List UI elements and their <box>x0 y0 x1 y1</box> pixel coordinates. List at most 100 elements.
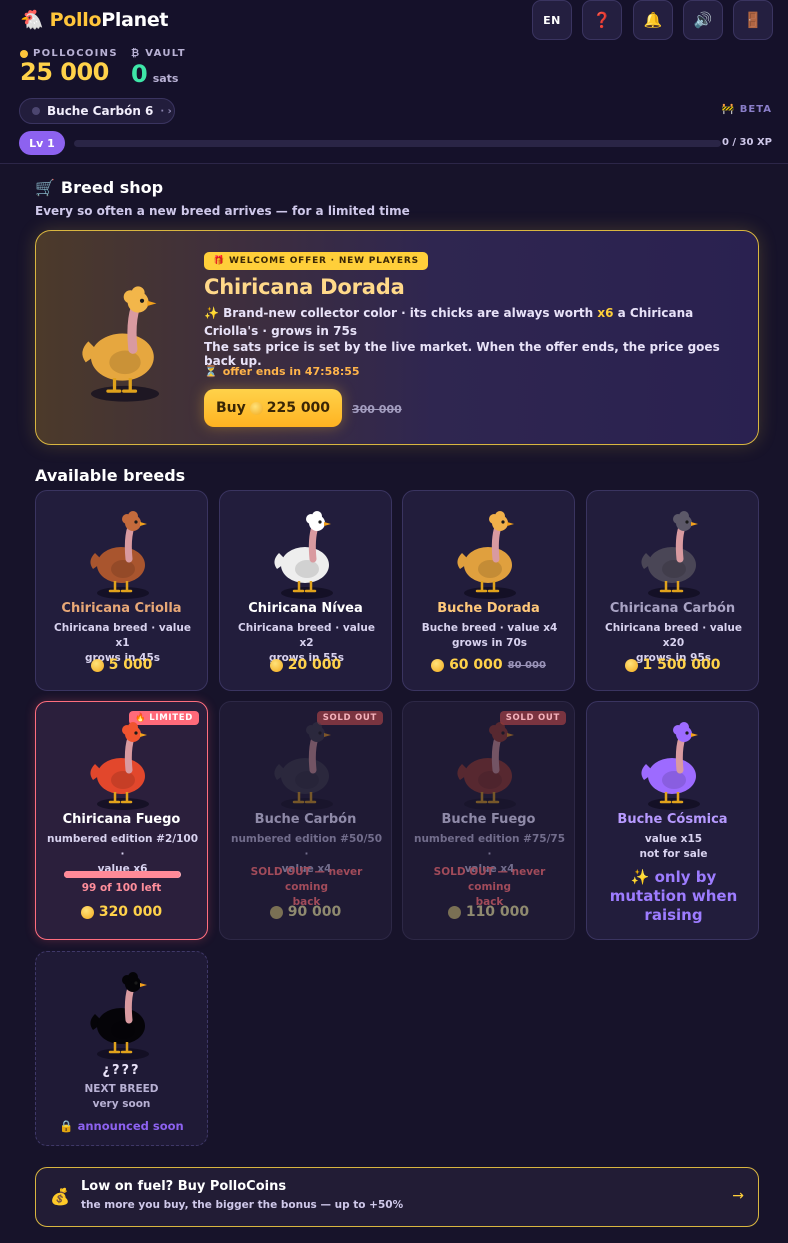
chicken-part <box>464 587 516 599</box>
arrow-right-icon: → <box>732 1188 744 1204</box>
chicken-part <box>128 722 138 732</box>
coin-icon <box>20 49 28 58</box>
plot-selector[interactable]: Buche Carbón 6 · › <box>19 98 175 124</box>
breed-name: Buche Dorada <box>437 601 540 616</box>
chicken-part <box>109 350 141 375</box>
chicken-image <box>641 511 700 599</box>
chicken-image <box>90 722 149 810</box>
offer-buy-button[interactable]: Buy 225 000 <box>204 389 342 427</box>
breed-card-next-mystery: ¿??? NEXT BREED very soon 🔒 announced soon <box>35 951 208 1146</box>
vault-balance: 0 sats <box>131 60 178 88</box>
chicken-part <box>111 560 135 578</box>
breed-price: 90 000 <box>220 904 391 920</box>
chicken-image <box>457 511 516 599</box>
chicken-part <box>134 731 138 735</box>
chicken-part <box>139 298 145 303</box>
breed-name: Buche Fuego <box>441 812 536 827</box>
chicken-part <box>97 587 149 599</box>
breed-card-buche-cosmica[interactable]: Buche Cósmica value x15 not for sale ✨ o… <box>586 701 759 940</box>
buy-pollocoins-banner[interactable]: 💰 Low on fuel? Buy PolloCoins the more y… <box>35 1167 759 1227</box>
breed-name: Chiricana Nívea <box>248 601 363 616</box>
chicken-part <box>312 511 322 521</box>
chicken-part <box>111 1021 135 1039</box>
chicken-part <box>685 731 689 735</box>
chicken-image <box>274 722 333 810</box>
vault-label: ₿ VAULT <box>131 48 186 59</box>
chicken-part <box>648 798 700 810</box>
breed-card-buche-fuego[interactable]: SOLD OUT Buche Fuego numbered edition #7… <box>402 701 575 940</box>
breed-card-chiricana-fuego[interactable]: 🔥 LIMITED Chiricana Fuego numbered editio… <box>35 701 208 940</box>
money-bag-icon: 💰 <box>50 1187 70 1206</box>
chicken-part <box>507 733 514 737</box>
breed-name: Buche Cósmica <box>617 812 728 827</box>
chicken-part <box>281 587 333 599</box>
notifications-button[interactable]: 🔔 <box>633 0 673 40</box>
bell-icon: 🔔 <box>643 11 663 29</box>
app-name-part2: Planet <box>101 9 169 31</box>
breed-price: 1 500 000 <box>587 657 758 673</box>
plot-status-dot <box>32 107 40 115</box>
chiricana-dorada-chicken-image <box>82 286 160 402</box>
chicken-part <box>691 522 698 526</box>
offer-timer: ⏳ offer ends in 47:58:55 <box>204 365 360 378</box>
coin-icon <box>80 905 94 919</box>
chicken-part <box>124 523 135 563</box>
cart-icon: 🛒 <box>35 178 55 197</box>
mystery-breed-name: ¿??? <box>102 1063 141 1078</box>
sound-button[interactable]: 🔊 <box>683 0 723 40</box>
coin-icon <box>269 658 283 672</box>
chicken-part <box>134 981 138 985</box>
chicken-icon: 🐔 <box>20 8 44 31</box>
chicken-part <box>464 798 516 810</box>
chicken-part <box>318 731 322 735</box>
breed-card-chiricana-carbon[interactable]: Chiricana Carbón Chiricana breed · value… <box>586 490 759 691</box>
breed-shop-title: 🛒 Breed shop <box>35 178 164 197</box>
chicken-part <box>124 734 135 774</box>
chicken-part <box>495 511 505 521</box>
chicken-part <box>90 385 160 402</box>
breed-price: 110 000 <box>403 904 574 920</box>
chicken-part <box>691 733 698 737</box>
help-button[interactable]: ❓ <box>582 0 622 40</box>
silhouette-chicken-image <box>90 972 149 1060</box>
breed-card-buche-carbon[interactable]: SOLD OUT Buche Carbón numbered edition #… <box>219 701 392 940</box>
breed-card-chiricana-criolla[interactable]: Chiricana Criolla Chiricana breed · valu… <box>35 490 208 691</box>
next-breed-text: NEXT BREED very soon <box>84 1083 159 1110</box>
chicken-part <box>662 560 686 578</box>
speaker-icon: 🔊 <box>693 11 713 29</box>
coin-icon <box>431 658 445 672</box>
exit-button[interactable]: 🚪 <box>733 0 773 40</box>
breed-name: Buche Carbón <box>254 812 357 827</box>
chicken-part <box>281 798 333 810</box>
chicken-part <box>97 1048 149 1060</box>
chicken-part <box>140 733 147 737</box>
chicken-image <box>90 511 149 599</box>
breed-price: 20 000 <box>220 657 391 673</box>
chicken-part <box>295 771 319 789</box>
chicken-image <box>274 511 333 599</box>
chicken-part <box>318 520 322 524</box>
chicken-part <box>97 798 149 810</box>
chevron-right-icon: · › <box>160 105 172 117</box>
chicken-part <box>679 722 689 732</box>
app-logo[interactable]: 🐔 PolloPlanet <box>20 8 169 32</box>
chicken-part <box>675 734 686 774</box>
breed-name: Chiricana Fuego <box>62 812 181 827</box>
chicken-part <box>312 722 322 732</box>
breed-card-chiricana-nivea[interactable]: Chiricana Nívea Chiricana breed · value … <box>219 490 392 691</box>
xp-text: 0 / 30 XP <box>721 137 772 148</box>
chicken-part <box>140 983 147 987</box>
door-icon: 🚪 <box>743 11 763 29</box>
breed-shop-subtitle: Every so often a new breed arrives — for… <box>35 204 410 218</box>
vault-amount: 0 <box>131 60 148 88</box>
breed-price: 320 000 <box>36 904 207 920</box>
breed-name: Chiricana Carbón <box>609 601 736 616</box>
chicken-part <box>648 587 700 599</box>
breed-card-buche-dorada[interactable]: Buche Dorada Buche breed · value x4 grow… <box>402 490 575 691</box>
chicken-part <box>679 511 689 521</box>
breed-name: Chiricana Criolla <box>61 601 182 616</box>
chicken-part <box>127 302 141 354</box>
chicken-part <box>128 972 138 982</box>
breed-description: Buche breed · value x4 grows in 70s <box>421 622 558 649</box>
language-button[interactable]: EN <box>532 0 572 40</box>
